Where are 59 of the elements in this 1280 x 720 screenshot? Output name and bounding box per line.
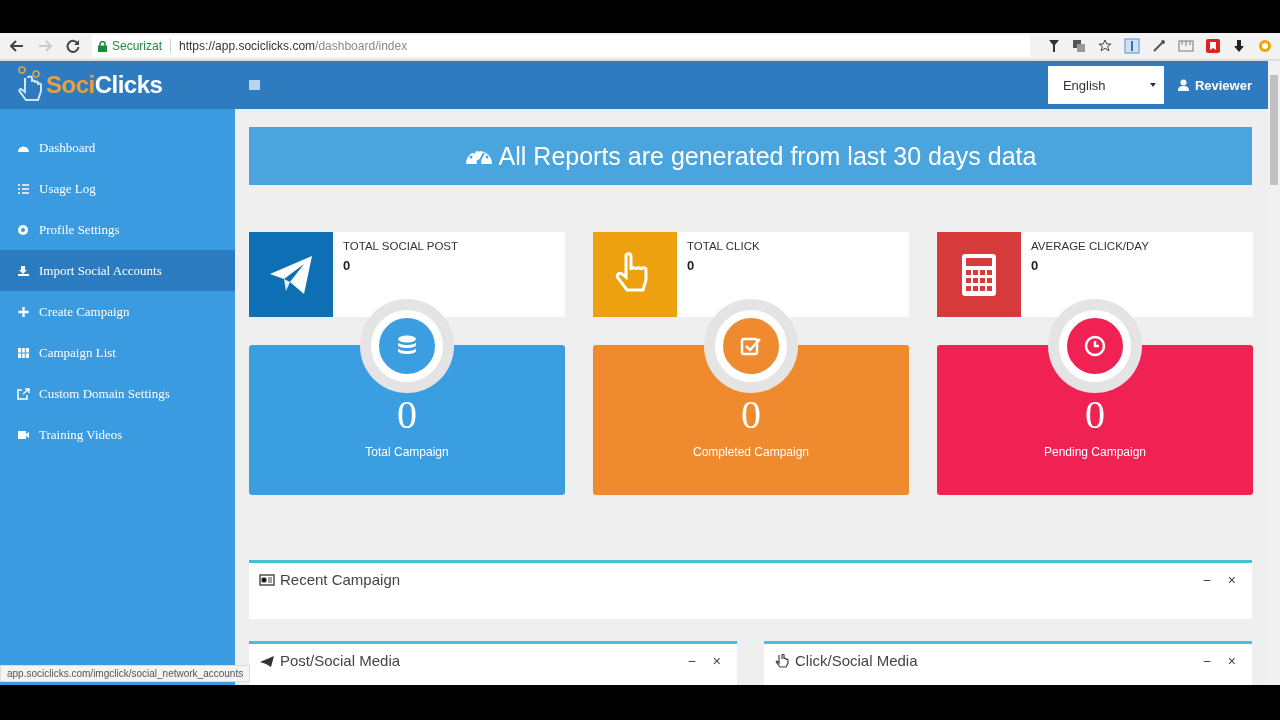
- list-icon: [17, 182, 30, 195]
- panel-title: Recent Campaign: [280, 571, 401, 588]
- grid-icon: [17, 346, 30, 359]
- language-select[interactable]: English: [1047, 66, 1164, 104]
- back-icon[interactable]: [8, 39, 26, 53]
- stat-label: TOTAL CLICK: [687, 240, 760, 252]
- newspaper-icon: [259, 572, 275, 587]
- minimize-button[interactable]: −: [1196, 571, 1217, 588]
- sidebar-item[interactable]: Profile Settings: [0, 209, 235, 250]
- plus-icon: [17, 305, 30, 318]
- stat-value: 0: [1031, 258, 1040, 273]
- star-icon[interactable]: [1098, 39, 1112, 53]
- tile-value: 0: [741, 393, 761, 437]
- user-icon: [1177, 79, 1189, 91]
- reload-icon[interactable]: [64, 39, 82, 53]
- status-url: app.sociclicks.com/imgclick/social_network_accounts: [0, 665, 251, 682]
- address-bar[interactable]: Securizat https://app.sociclicks.com/dashboard/index: [92, 35, 1030, 57]
- eyedropper-icon[interactable]: [1152, 39, 1166, 53]
- ruler-icon[interactable]: [1178, 39, 1194, 53]
- dot-icon: [17, 223, 30, 236]
- stat-label: AVERAGE CLICK/DAY: [1031, 240, 1149, 252]
- banner-text: All Reports are generated from last 30 days data: [498, 141, 1037, 171]
- sidebar-item[interactable]: Import Social Accounts: [0, 250, 235, 291]
- lock-icon: [98, 40, 107, 52]
- close-button[interactable]: ×: [706, 652, 727, 669]
- tile-value: 0: [397, 393, 417, 437]
- clock-icon: [1082, 333, 1108, 359]
- stat-label: TOTAL SOCIAL POST: [343, 240, 459, 252]
- user-menu[interactable]: Reviewer: [1163, 77, 1268, 93]
- minimize-button[interactable]: −: [1196, 652, 1217, 669]
- download-icon[interactable]: [1232, 39, 1246, 53]
- hand-pointer-icon: [16, 66, 44, 104]
- external-link-icon: [17, 387, 30, 400]
- url-text: https://app.sociclicks.com/dashboard/index: [179, 39, 408, 53]
- tile-label: Completed Campaign: [692, 445, 810, 459]
- extension-icon[interactable]: [1124, 38, 1140, 54]
- tile-label: Pending Campaign: [1043, 445, 1147, 459]
- sidebar-item[interactable]: Dashboard: [0, 127, 235, 168]
- sidebar-item[interactable]: Training Videos: [0, 414, 235, 455]
- minimize-button[interactable]: −: [681, 652, 702, 669]
- sidebar-item[interactable]: Custom Domain Settings: [0, 373, 235, 414]
- panel-title: Click/Social Media: [795, 652, 918, 669]
- caret-icon: [1149, 83, 1156, 87]
- extension-icon[interactable]: [1206, 39, 1220, 53]
- stat-value: 0: [343, 258, 352, 273]
- sidebar-item[interactable]: Create Campaign: [0, 291, 235, 332]
- paper-plane-icon: [259, 653, 275, 668]
- tile-value: 0: [1085, 393, 1105, 437]
- download-icon: [17, 264, 30, 277]
- sidebar-item[interactable]: Campaign List: [0, 332, 235, 373]
- security-label: Securizat: [112, 39, 163, 53]
- logo[interactable]: SociClicks: [0, 61, 235, 109]
- stat-value: 0: [687, 258, 696, 273]
- video-icon: [17, 428, 30, 441]
- sidebar-item[interactable]: Usage Log: [0, 168, 235, 209]
- close-button[interactable]: ×: [1221, 652, 1242, 669]
- panel-title: Post/Social Media: [280, 652, 401, 669]
- close-button[interactable]: ×: [1221, 571, 1242, 588]
- tile-label: Total Campaign: [365, 445, 449, 459]
